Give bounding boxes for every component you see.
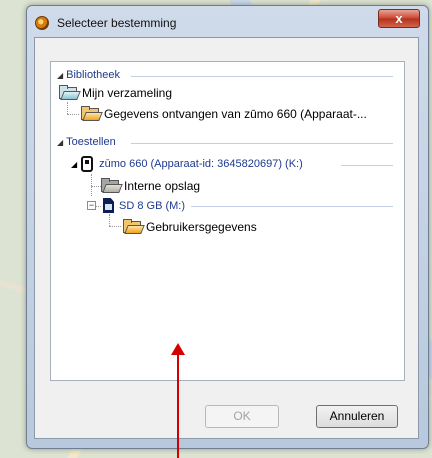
dialog-title: Selecteer bestemming	[57, 16, 177, 30]
dialog-body: ◢ Bibliotheek Mijn verzameling Gegevens …	[34, 37, 419, 439]
tree-connector	[96, 206, 101, 207]
tree-connector	[91, 174, 92, 196]
folder-gray-icon	[101, 178, 123, 193]
tree-item-label: SD 8 GB (M:)	[119, 199, 186, 212]
tree-item-label: Gegevens ontvangen van zūmo 660 (Apparaa…	[104, 107, 367, 121]
tree-item-label: Interne opslag	[124, 179, 201, 193]
collapse-triangle-icon[interactable]: ◢	[71, 160, 77, 169]
tree-connector	[109, 226, 121, 227]
tree-connector	[109, 214, 110, 226]
tree-item-sd-card[interactable]: SD 8 GB (M:)	[103, 198, 185, 213]
tree-item-interne-opslag[interactable]: Interne opslag	[101, 178, 201, 193]
group-label-bibliotheek: Bibliotheek	[66, 69, 120, 81]
destination-tree[interactable]: ◢ Bibliotheek Mijn verzameling Gegevens …	[50, 61, 405, 381]
group-divider	[131, 76, 393, 77]
group-divider	[341, 165, 393, 166]
folder-orange-icon	[81, 106, 103, 121]
sd-card-icon	[103, 198, 114, 213]
tree-item-device[interactable]: ◢ zūmo 660 (Apparaat-id: 3645820697) (K:…	[71, 156, 303, 172]
collapse-triangle-icon[interactable]: ◢	[57, 138, 63, 147]
group-divider	[191, 206, 393, 207]
group-label-toestellen: Toestellen	[66, 136, 116, 148]
group-divider	[131, 143, 393, 144]
close-button[interactable]: x	[378, 9, 420, 28]
cancel-button[interactable]: Annuleren	[316, 405, 398, 428]
title-bar[interactable]: Selecteer bestemming x	[27, 6, 428, 36]
garmin-app-icon	[35, 16, 49, 30]
tree-item-label: Mijn verzameling	[82, 86, 173, 100]
tree-connector	[67, 114, 79, 115]
device-label: zūmo 660 (Apparaat-id: 3645820697) (K:)	[99, 158, 303, 170]
collapse-expander-icon[interactable]: −	[87, 201, 96, 210]
annotation-arrow-head-icon	[171, 343, 185, 355]
folder-orange-icon	[123, 219, 145, 234]
annotation-arrow	[177, 346, 179, 458]
folder-teal-icon	[59, 85, 81, 100]
tree-item-mijn-verzameling[interactable]: Mijn verzameling	[59, 85, 173, 100]
tree-item-gegevens-ontvangen[interactable]: Gegevens ontvangen van zūmo 660 (Apparaa…	[81, 106, 367, 121]
tree-connector	[67, 102, 68, 114]
tree-connector	[91, 186, 101, 187]
ok-button[interactable]: OK	[205, 405, 279, 428]
tree-item-gebruikersgegevens[interactable]: Gebruikersgegevens	[123, 219, 257, 234]
group-header-bibliotheek[interactable]: ◢ Bibliotheek	[57, 69, 120, 81]
tree-item-label: Gebruikersgegevens	[146, 220, 257, 234]
gps-device-icon	[81, 156, 94, 172]
collapse-triangle-icon[interactable]: ◢	[57, 71, 63, 80]
group-header-toestellen[interactable]: ◢ Toestellen	[57, 136, 116, 148]
select-destination-dialog: Selecteer bestemming x ◢ Bibliotheek Mij…	[26, 5, 429, 449]
